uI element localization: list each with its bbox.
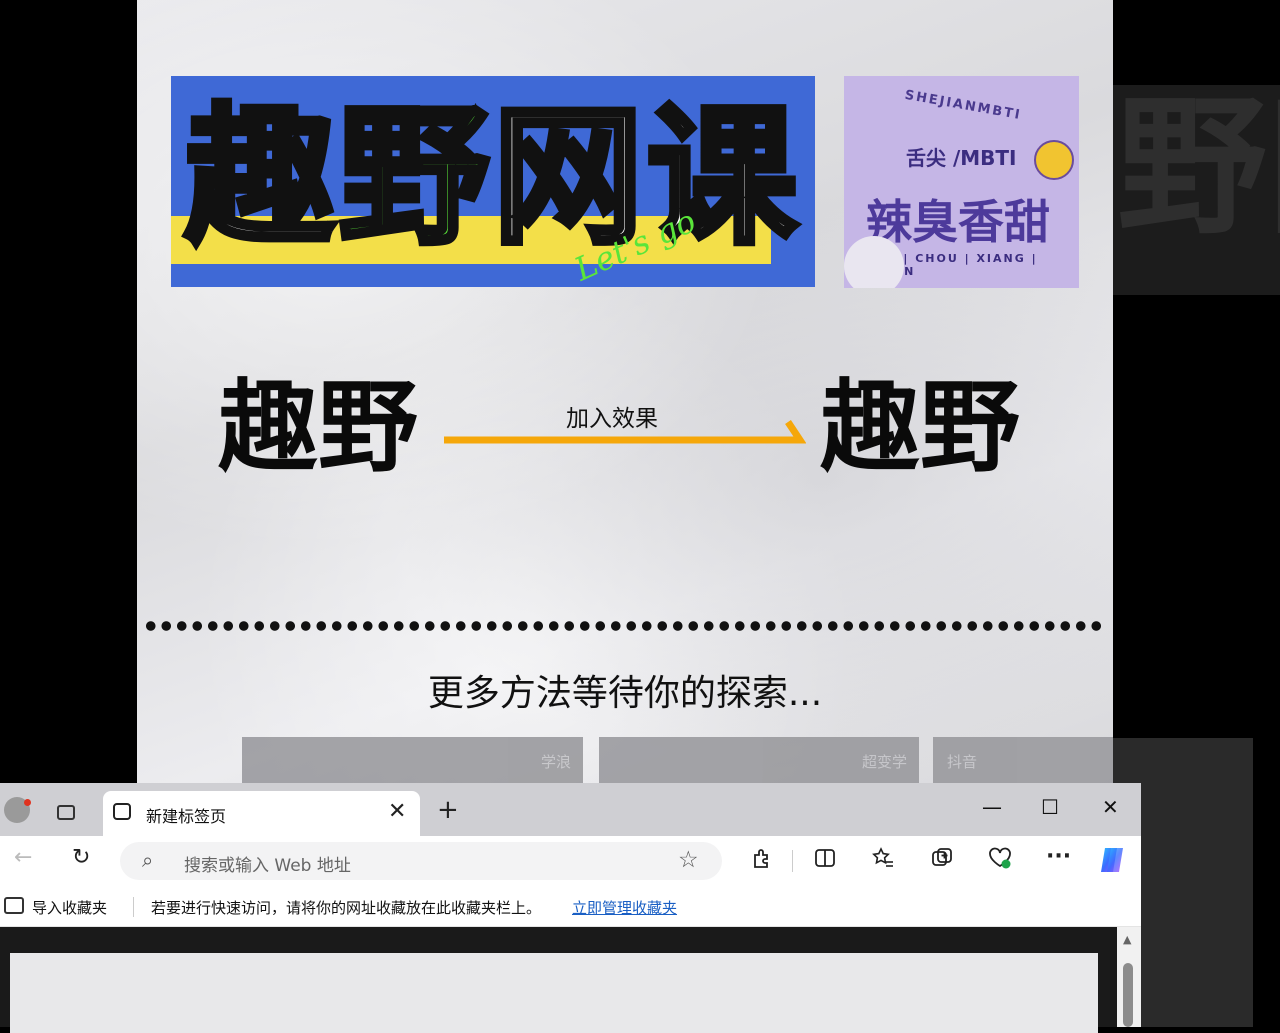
badge-title: 辣臭香甜 bbox=[866, 195, 1050, 249]
notification-dot bbox=[24, 799, 31, 806]
favbar-separator bbox=[133, 897, 134, 917]
banner-char-1: 趣 bbox=[182, 88, 338, 268]
maximize-button[interactable]: ☐ bbox=[1041, 795, 1059, 819]
more-methods-text: 更多方法等待你的探索... bbox=[427, 673, 823, 714]
vertical-scrollbar[interactable]: ▲ bbox=[1117, 927, 1141, 1027]
scrollbar-thumb[interactable] bbox=[1123, 963, 1133, 1027]
tab-close-button[interactable]: ✕ bbox=[388, 799, 406, 824]
toolbar-separator bbox=[792, 850, 793, 872]
address-placeholder[interactable]: 搜索或输入 Web 地址 bbox=[184, 851, 351, 876]
demo-before-text: 趣野 bbox=[218, 369, 418, 486]
close-window-button[interactable]: ✕ bbox=[1102, 795, 1119, 819]
browser-window: 新建标签页 ✕ + — ☐ ✕ ← ↻ ⌕ 搜索或输入 Web 地址 ☆ ···… bbox=[0, 783, 1141, 1033]
favorites-bar: 导入收藏夹 若要进行快速访问，请将你的网址收藏放在此收藏夹栏上。 立即管理收藏夹 bbox=[0, 886, 1141, 927]
back-button[interactable]: ← bbox=[14, 847, 32, 869]
badge-subtitle: 舌尖 /MBTI bbox=[906, 146, 1017, 170]
minimize-button[interactable]: — bbox=[982, 795, 1002, 819]
performance-icon[interactable] bbox=[988, 847, 1012, 869]
tab-title: 新建标签页 bbox=[146, 807, 227, 826]
badge-decor bbox=[844, 236, 904, 288]
tab-strip: 新建标签页 ✕ + — ☐ ✕ bbox=[0, 783, 1141, 836]
ghost-banner-text: 野网 bbox=[1117, 85, 1280, 255]
thumbnail-card: 超变学 bbox=[599, 737, 919, 787]
split-screen-icon[interactable] bbox=[814, 847, 836, 869]
copilot-icon[interactable] bbox=[1097, 845, 1129, 875]
scroll-up-icon[interactable]: ▲ bbox=[1123, 933, 1131, 946]
page-content-inner bbox=[10, 953, 1098, 1033]
tab-actions-icon[interactable] bbox=[57, 805, 75, 820]
banner-image: 趣 野 网 课 Let's go bbox=[171, 76, 815, 287]
background-right-strip: 野网 bbox=[1113, 85, 1280, 295]
search-icon: ⌕ bbox=[142, 848, 154, 872]
arrow-right-icon bbox=[444, 420, 806, 444]
import-favorites-icon bbox=[4, 897, 24, 914]
thumbnail-card: 学浪 bbox=[242, 737, 583, 787]
address-bar[interactable]: ⌕ 搜索或输入 Web 地址 ☆ bbox=[120, 842, 722, 880]
thumbnail-card: 抖音 bbox=[933, 737, 1113, 787]
demo-after-text: 趣野 bbox=[820, 369, 1020, 486]
more-icon[interactable]: ··· bbox=[1046, 846, 1071, 868]
new-tab-page-icon bbox=[113, 803, 131, 820]
dotted-divider bbox=[143, 620, 1101, 632]
badge-footer: LA | CHOU | XIANG | TIAN bbox=[878, 252, 1038, 278]
page-content: ▲ bbox=[0, 927, 1141, 1033]
manage-favorites-link[interactable]: 立即管理收藏夹 bbox=[572, 897, 677, 918]
add-favorite-icon[interactable]: ☆ bbox=[678, 847, 699, 873]
banner-title: 趣 野 网 课 bbox=[182, 88, 800, 268]
favorites-icon[interactable] bbox=[872, 847, 894, 869]
extensions-icon[interactable] bbox=[750, 847, 772, 869]
new-tab-button[interactable]: + bbox=[437, 797, 459, 823]
import-favorites-button[interactable]: 导入收藏夹 bbox=[32, 897, 107, 918]
badge-arc-text: SHEJIANMBTI bbox=[903, 87, 1023, 124]
badge-image: SHEJIANMBTI 舌尖 /MBTI 辣臭香甜 LA | CHOU | XI… bbox=[844, 76, 1079, 288]
banner-char-2: 野 bbox=[336, 88, 492, 268]
navigation-toolbar: ← ↻ ⌕ 搜索或输入 Web 地址 ☆ ··· bbox=[0, 836, 1141, 886]
favbar-message: 若要进行快速访问，请将你的网址收藏放在此收藏夹栏上。 bbox=[151, 899, 542, 917]
refresh-button[interactable]: ↻ bbox=[72, 847, 90, 869]
smiley-sun-icon bbox=[1034, 140, 1074, 180]
tab-new-tab[interactable]: 新建标签页 ✕ bbox=[103, 791, 420, 836]
collections-icon[interactable] bbox=[931, 847, 953, 869]
